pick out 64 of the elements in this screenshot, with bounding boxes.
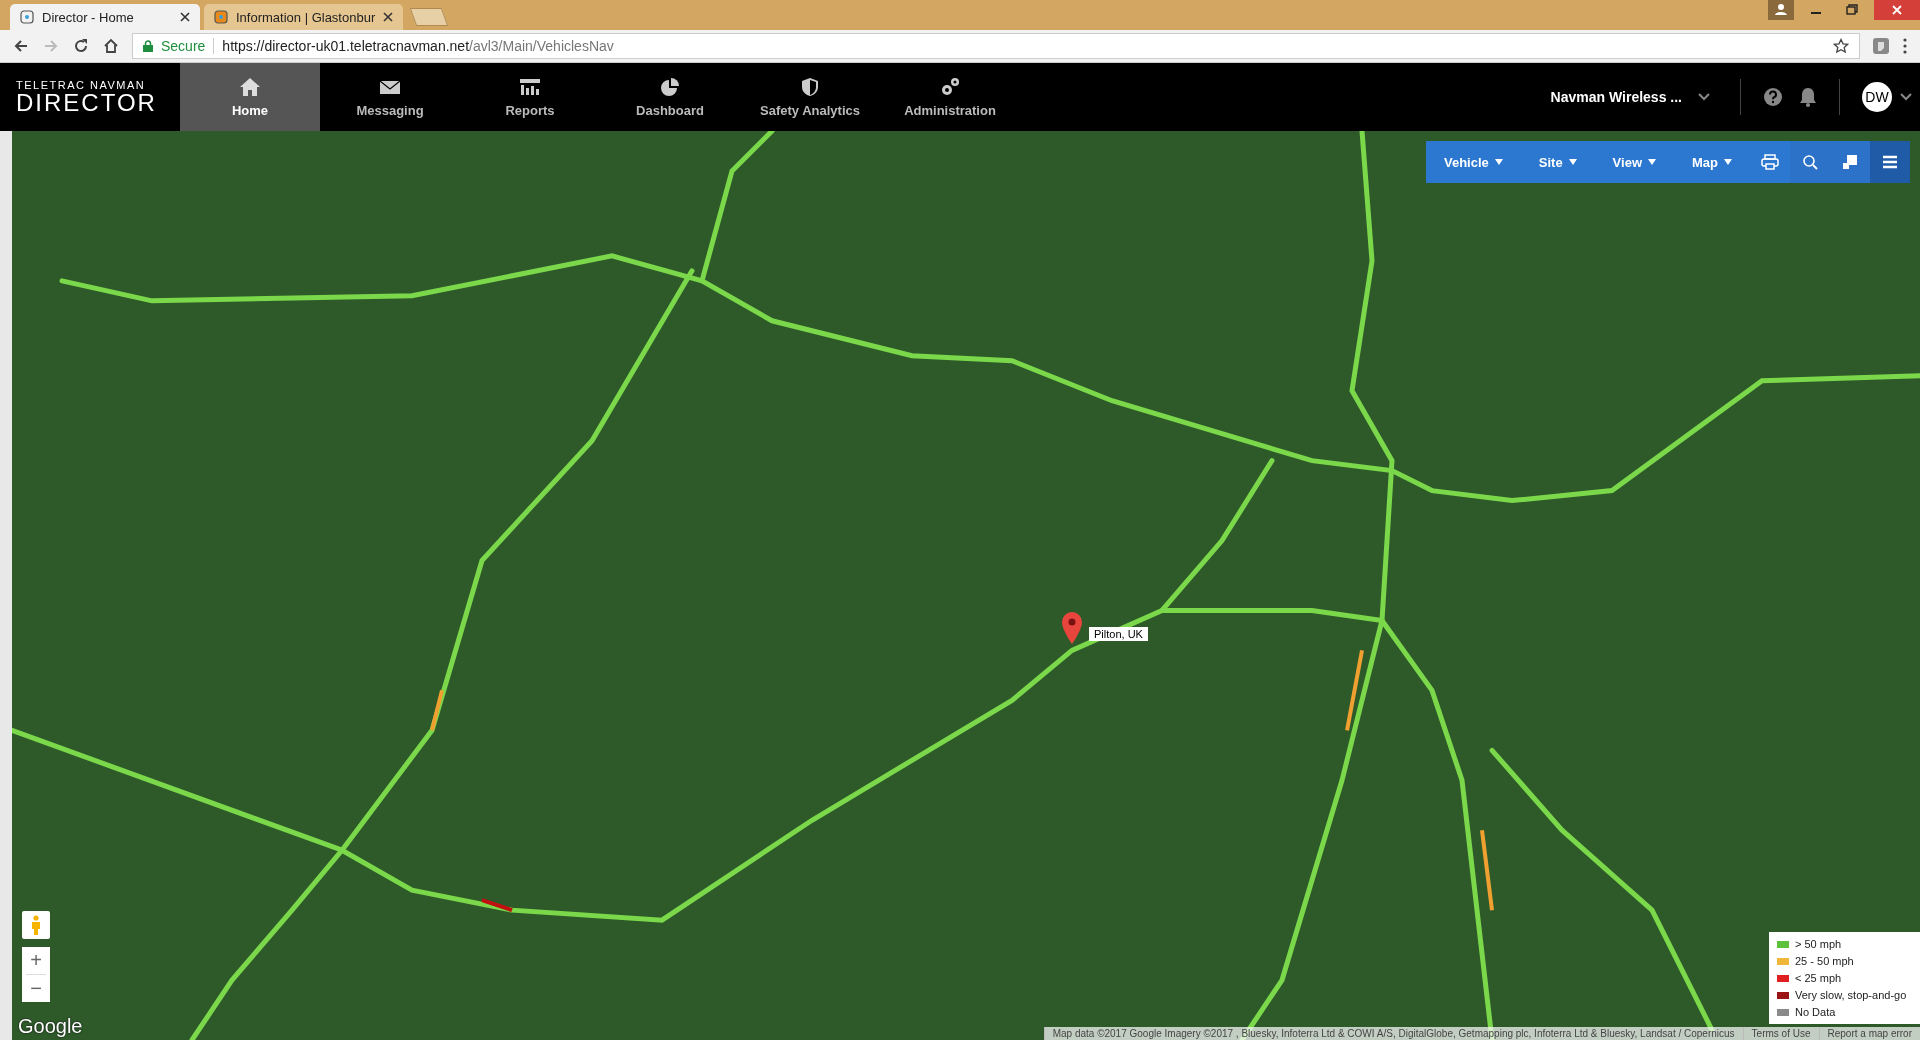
account-dropdown[interactable]: Navman Wireless ...	[1550, 63, 1726, 131]
squares-icon	[1842, 154, 1858, 170]
extension-icon[interactable]	[1872, 37, 1890, 55]
star-icon[interactable]	[1833, 38, 1849, 54]
toolbar-dropdown[interactable]: View	[1594, 141, 1674, 183]
nav-tab[interactable]: Administration	[880, 63, 1020, 131]
nav-tab[interactable]: Safety Analytics	[740, 63, 880, 131]
search-icon	[1802, 154, 1818, 170]
page-icon	[20, 10, 34, 24]
nav-tab[interactable]: Reports	[460, 63, 600, 131]
nav-tab[interactable]: Home	[180, 63, 320, 131]
toolbar-dropdown[interactable]: Site	[1520, 141, 1595, 183]
map-drawing[interactable]	[12, 131, 1920, 1040]
layout-button[interactable]	[1830, 141, 1870, 183]
pie-chart-icon	[659, 76, 681, 97]
browser-tab[interactable]: Information | Glastonbur	[204, 4, 404, 30]
map-link[interactable]: Terms of Use	[1742, 1027, 1819, 1040]
map-link[interactable]: Report a map error	[1818, 1027, 1920, 1040]
legend-label: > 50 mph	[1795, 938, 1842, 950]
close-icon[interactable]	[383, 12, 394, 22]
chevron-icon[interactable]	[1900, 93, 1912, 101]
tab-title: Director - Home	[42, 9, 135, 25]
page-icon	[214, 10, 228, 24]
secure-label: Secure	[161, 38, 206, 54]
address-field[interactable]: Secure https://director-uk01.teletracnavman.net/avl3/Main/VehiclesNav	[132, 33, 1860, 59]
toolbar-dropdown[interactable]: Vehicle	[1425, 141, 1521, 183]
user-icon[interactable]	[1768, 0, 1794, 20]
caret-icon	[1724, 159, 1732, 165]
toolbar-dropdown[interactable]: Map	[1674, 141, 1750, 183]
search-button[interactable]	[1790, 141, 1830, 183]
browser-tab[interactable]: Director - Home	[10, 4, 200, 30]
reload-icon[interactable]	[72, 37, 90, 55]
google-logo: Google	[18, 1015, 83, 1038]
caret-icon	[1648, 159, 1656, 165]
help-icon[interactable]	[1763, 87, 1783, 107]
logo[interactable]: TELETRAC NAVMAN DIRECTOR	[0, 63, 180, 131]
more-icon[interactable]	[1902, 37, 1908, 55]
caret-icon	[1494, 159, 1503, 165]
printer-icon	[1761, 154, 1779, 170]
nav-tab[interactable]: Messaging	[320, 63, 460, 131]
tab-title: Information | Glastonbur	[236, 9, 376, 25]
person-icon	[30, 915, 42, 935]
lock-icon	[143, 40, 153, 52]
menu-icon	[1882, 155, 1898, 169]
map-attribution: Map data ©2017 Google Imagery ©2017 , Bluesky, Infoterra Ltd & COWI A/S, DigitalGlobe, Getmapping plc, Infoterra Ltd & Bluesky, Landsat / Copernicus	[1043, 1027, 1743, 1040]
url-text: https://director-uk01.teletracnavman.net/avl3/Main/VehiclesNav	[222, 38, 615, 54]
map-pin-icon[interactable]	[1061, 611, 1083, 645]
legend-label: < 25 mph	[1795, 972, 1842, 984]
chevron-icon	[1698, 93, 1710, 101]
nav-tab[interactable]: Dashboard	[600, 63, 740, 131]
gears-icon	[939, 76, 961, 97]
legend-label: 25 - 50 mph	[1795, 955, 1854, 967]
avatar[interactable]: DW	[1862, 82, 1892, 112]
legend-label: No Data	[1795, 1006, 1836, 1018]
pin-label: Pilton, UK	[1089, 627, 1148, 641]
bar-chart-icon	[519, 76, 541, 97]
bell-icon[interactable]	[1799, 87, 1817, 107]
menu-button[interactable]	[1870, 141, 1910, 183]
legend-label: Very slow, stop-and-go	[1795, 989, 1907, 1001]
close-icon[interactable]	[180, 12, 190, 22]
home-icon[interactable]	[102, 37, 120, 55]
caret-icon	[1568, 159, 1577, 165]
house-icon	[239, 76, 261, 97]
shield-icon	[799, 76, 821, 97]
